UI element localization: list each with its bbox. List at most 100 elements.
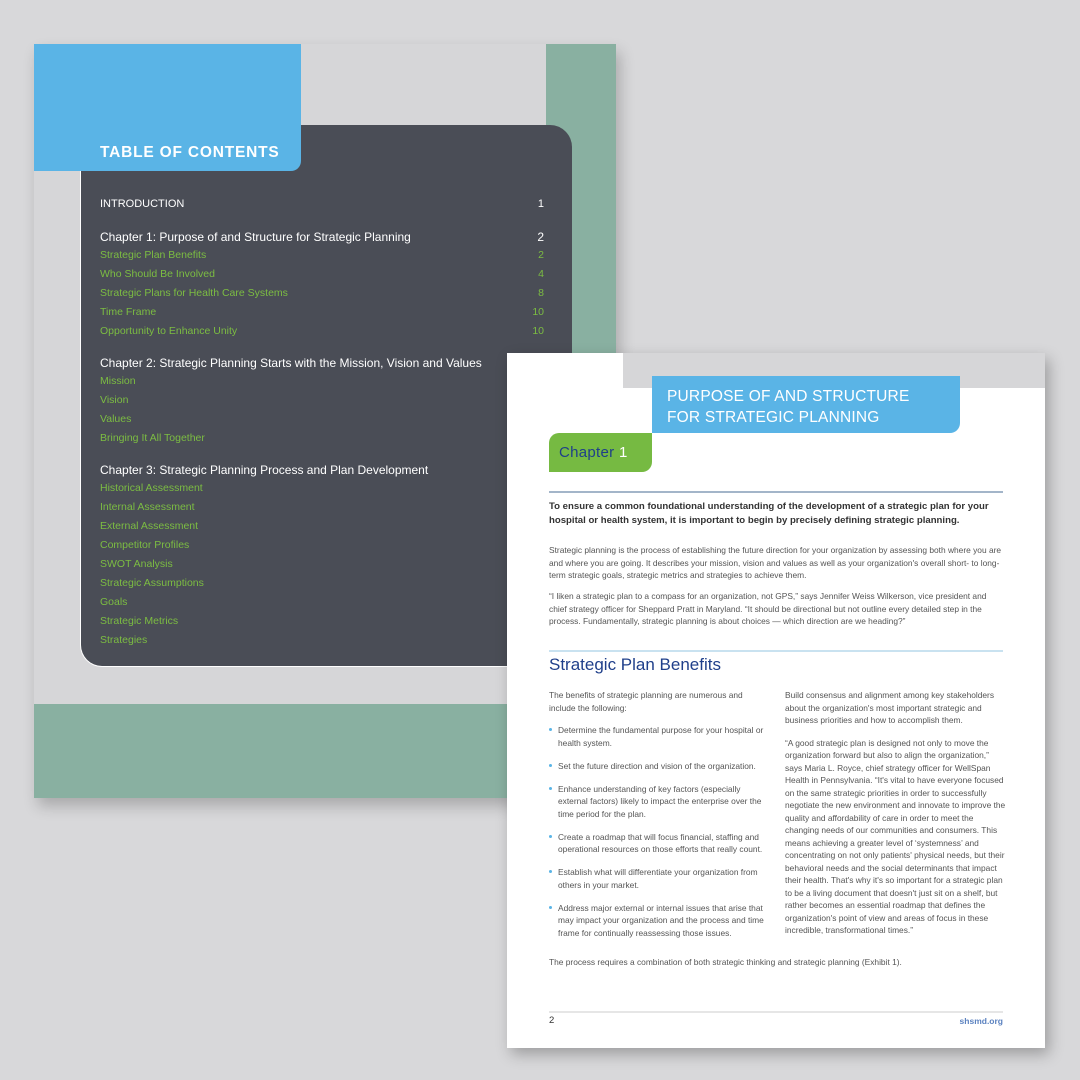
toc-chapter-heading[interactable]: Chapter 1: Purpose of and Structure for … bbox=[100, 230, 544, 249]
benefits-intro: The benefits of strategic planning are n… bbox=[549, 690, 743, 713]
benefit-item: Create a roadmap that will focus financi… bbox=[549, 831, 771, 856]
toc-chapter-2: Chapter 2: Strategic Planning Starts wit… bbox=[100, 356, 544, 451]
benefit-item: Set the future direction and vision of t… bbox=[549, 760, 771, 773]
toc-section[interactable]: SWOT Analysis bbox=[100, 558, 544, 577]
toc-entry-label: Chapter 3: Strategic Planning Process an… bbox=[100, 463, 429, 477]
page-number: 2 bbox=[549, 1015, 555, 1026]
toc-entry-label: Strategic Plans for Health Care Systems bbox=[100, 287, 288, 299]
toc-chapter-heading[interactable]: Chapter 2: Strategic Planning Starts wit… bbox=[100, 356, 544, 375]
benefits-list: Determine the fundamental purpose for yo… bbox=[549, 724, 771, 939]
chapter-badge: Chapter 1 bbox=[549, 433, 652, 472]
toc-entry-label: Who Should Be Involved bbox=[100, 268, 215, 280]
chapter-title-line-2: FOR STRATEGIC PLANNING bbox=[667, 409, 880, 426]
chapter-label: Chapter 1 bbox=[559, 444, 628, 461]
right-column: Build consensus and alignment among key … bbox=[785, 689, 1007, 947]
toc-entry-label: Values bbox=[100, 413, 132, 425]
toc-section[interactable]: Competitor Profiles bbox=[100, 539, 544, 558]
toc-entry-label: Strategic Plan Benefits bbox=[100, 249, 207, 261]
toc-section[interactable]: Historical Assessment bbox=[100, 482, 544, 501]
toc-entry-label: Time Frame bbox=[100, 306, 157, 318]
chapter-title-line-1: PURPOSE OF AND STRUCTURE bbox=[667, 388, 910, 405]
toc-entry-label: Strategic Assumptions bbox=[100, 577, 204, 589]
toc-section[interactable]: Bringing It All Together bbox=[100, 432, 544, 451]
benefit-item: Enhance understanding of key factors (es… bbox=[549, 783, 771, 821]
section-heading: Strategic Plan Benefits bbox=[549, 655, 721, 674]
toc-section[interactable]: Strategic Plan Benefits 2 bbox=[100, 249, 544, 268]
benefit-text: Determine the fundamental purpose for yo… bbox=[558, 725, 764, 748]
toc-entry-label: Competitor Profiles bbox=[100, 539, 190, 551]
toc-title: TABLE OF CONTENTS bbox=[100, 144, 280, 161]
toc-section[interactable]: Mission bbox=[100, 375, 544, 394]
footer-url-link[interactable]: shsmd.org bbox=[960, 1016, 1003, 1026]
toc-entry-page: 10 bbox=[532, 325, 544, 337]
quote-paragraph: “I liken a strategic plan to a compass f… bbox=[549, 591, 987, 626]
toc-section[interactable]: Values bbox=[100, 413, 544, 432]
toc-entry-page: 8 bbox=[538, 287, 544, 299]
toc-entry-label: INTRODUCTION bbox=[100, 198, 185, 210]
toc-entry-introduction[interactable]: INTRODUCTION 1 bbox=[100, 198, 544, 218]
benefit-text: Set the future direction and vision of t… bbox=[558, 760, 756, 771]
toc-title-block: TABLE OF CONTENTS bbox=[34, 44, 301, 171]
footer-divider bbox=[549, 1011, 1003, 1013]
benefit-text: Establish what will differentiate your o… bbox=[558, 867, 758, 890]
toc-entry-label: Opportunity to Enhance Unity bbox=[100, 325, 238, 337]
divider bbox=[549, 491, 1003, 493]
toc-entry-page: 1 bbox=[537, 198, 544, 210]
section-divider bbox=[549, 650, 1003, 652]
chapter-word: Chapter bbox=[559, 444, 615, 461]
bullet-icon bbox=[549, 834, 552, 838]
left-column: The benefits of strategic planning are n… bbox=[549, 689, 771, 950]
benefit-item: Determine the fundamental purpose for yo… bbox=[549, 724, 771, 749]
toc-section[interactable]: Strategic Assumptions bbox=[100, 577, 544, 596]
bullet-icon bbox=[549, 870, 552, 873]
benefit-text: Create a roadmap that will focus financi… bbox=[558, 831, 763, 855]
toc-entry-label: Historical Assessment bbox=[100, 482, 203, 494]
toc-chapter-1: Chapter 1: Purpose of and Structure for … bbox=[100, 230, 544, 344]
toc-section[interactable]: Strategies bbox=[100, 634, 544, 653]
toc-section[interactable]: Strategic Plans for Health Care Systems 8 bbox=[100, 287, 544, 306]
toc-entry-label: Strategies bbox=[100, 634, 148, 646]
toc-entry-label: Goals bbox=[100, 596, 128, 608]
toc-section[interactable]: Time Frame 10 bbox=[100, 306, 544, 325]
toc-section[interactable]: Who Should Be Involved 4 bbox=[100, 268, 544, 287]
toc-entry-label: External Assessment bbox=[100, 520, 199, 532]
closing-sentence: The process requires a combination of bo… bbox=[549, 957, 902, 967]
chapter-title-block: PURPOSE OF AND STRUCTURE FOR STRATEGIC P… bbox=[652, 376, 960, 433]
toc-entry-label: Internal Assessment bbox=[100, 501, 195, 513]
toc-entry-label: Chapter 2: Strategic Planning Starts wit… bbox=[100, 356, 482, 370]
chapter-title: PURPOSE OF AND STRUCTURE FOR STRATEGIC P… bbox=[667, 386, 910, 428]
toc-section[interactable]: Goals bbox=[100, 596, 544, 615]
chapter-lede: To ensure a common foundational understa… bbox=[549, 501, 989, 526]
benefit-text: Enhance understanding of key factors (es… bbox=[558, 783, 762, 819]
toc-chapter-heading[interactable]: Chapter 3: Strategic Planning Process an… bbox=[100, 463, 544, 482]
toc-entry-page: 4 bbox=[538, 268, 544, 280]
benefit-item: Establish what will differentiate your o… bbox=[549, 866, 771, 891]
toc-entry-page: 10 bbox=[532, 306, 544, 318]
toc-entry-label: SWOT Analysis bbox=[100, 558, 173, 570]
royce-quote: “A good strategic plan is designed not o… bbox=[785, 737, 1006, 936]
toc-section[interactable]: Internal Assessment bbox=[100, 501, 544, 520]
benefit-text: Address major external or internal issue… bbox=[558, 902, 764, 938]
toc-entry-label: Bringing It All Together bbox=[100, 432, 205, 444]
toc-entry-label: Mission bbox=[100, 375, 136, 387]
toc-section[interactable]: External Assessment bbox=[100, 520, 544, 539]
toc-section[interactable]: Strategic Metrics bbox=[100, 615, 544, 634]
bullet-icon bbox=[549, 763, 552, 767]
intro-paragraph: Strategic planning is the process of est… bbox=[549, 545, 1002, 580]
bullet-icon bbox=[549, 728, 552, 731]
toc-entry-page: 2 bbox=[537, 230, 544, 244]
toc-entry-page: 2 bbox=[538, 249, 544, 261]
toc-section[interactable]: Opportunity to Enhance Unity 10 bbox=[100, 325, 544, 344]
consensus-paragraph: Build consensus and alignment among key … bbox=[785, 690, 995, 725]
chapter-number: 1 bbox=[618, 444, 628, 461]
chapter-page: PURPOSE OF AND STRUCTURE FOR STRATEGIC P… bbox=[507, 353, 1045, 1048]
benefit-item: Address major external or internal issue… bbox=[549, 902, 771, 940]
toc-chapter-3: Chapter 3: Strategic Planning Process an… bbox=[100, 463, 544, 653]
bullet-icon bbox=[549, 786, 552, 790]
toc-entry-label: Chapter 1: Purpose of and Structure for … bbox=[100, 230, 411, 244]
toc-list: INTRODUCTION 1 Chapter 1: Purpose of and… bbox=[100, 198, 544, 665]
toc-entry-label: Strategic Metrics bbox=[100, 615, 179, 627]
toc-entry-label: Vision bbox=[100, 394, 129, 406]
bullet-icon bbox=[549, 905, 552, 909]
toc-section[interactable]: Vision bbox=[100, 394, 544, 413]
